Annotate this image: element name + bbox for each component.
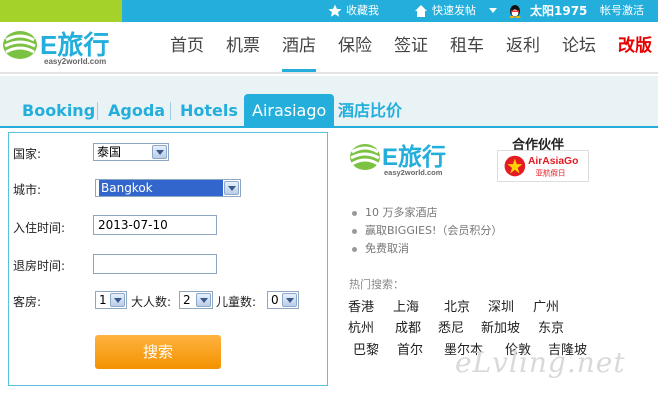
tab-airasiago[interactable]: Airasiago: [244, 94, 335, 128]
feature-biggies: 赢取BIGGIES!（会员积分）: [352, 222, 502, 238]
nav-home[interactable]: 首页: [170, 22, 204, 72]
svg-text:亚航假日: 亚航假日: [536, 167, 566, 177]
country-select[interactable]: 泰国: [93, 143, 169, 161]
nav-visa[interactable]: 签证: [394, 22, 428, 72]
country-label: 国家:: [13, 147, 42, 161]
chevron-down-icon: [152, 145, 167, 159]
feature-free-cancel: 免费取消: [352, 240, 409, 256]
hot-city-link[interactable]: 上海: [393, 296, 419, 315]
partner-site-logo: E旅行 easy2world.com: [350, 143, 446, 177]
tab-separator: [97, 102, 98, 120]
hot-city-link[interactable]: 巴黎: [353, 339, 379, 358]
checkout-date-input[interactable]: [93, 254, 217, 274]
star-icon: [328, 4, 342, 17]
booking-tabs: Booking Agoda Hotels Airasiago 酒店比价: [0, 76, 658, 128]
hot-city-link[interactable]: 深圳: [488, 296, 514, 315]
username-link[interactable]: 太阳1975: [530, 0, 587, 22]
children-select[interactable]: 0: [267, 291, 299, 309]
nav-car-rental[interactable]: 租车: [450, 22, 484, 72]
hot-city-link[interactable]: 成都: [395, 317, 421, 336]
nav-flights[interactable]: 机票: [226, 22, 260, 72]
checkin-date-input[interactable]: 2013-07-10: [93, 215, 217, 235]
search-button[interactable]: 搜索: [95, 335, 221, 369]
site-header: E旅行 easy2world.com 首页 机票 酒店 保险 签证 租车 返利 …: [0, 22, 658, 74]
page: 收藏我 快速发帖 太阳1975 帐号激活 E旅行 easy2world.com …: [0, 0, 658, 402]
hot-city-link[interactable]: 杭州: [348, 317, 374, 336]
home-icon: [415, 5, 427, 17]
hot-city-link[interactable]: 广州: [533, 296, 559, 315]
tab-underline: [0, 126, 658, 128]
svg-text:easy2world.com: easy2world.com: [384, 168, 443, 177]
nav-insurance[interactable]: 保险: [338, 22, 372, 72]
hot-city-link[interactable]: 东京: [538, 317, 564, 336]
hot-city-link[interactable]: 香港: [348, 296, 374, 315]
tab-booking[interactable]: Booking: [22, 96, 95, 126]
dropdown-arrow-icon[interactable]: [489, 6, 497, 14]
logo-subtext: easy2world.com: [44, 57, 106, 66]
site-logo[interactable]: E旅行 easy2world.com: [0, 26, 130, 66]
adults-label: 大人数:: [131, 295, 172, 309]
favorite-link[interactable]: 收藏我: [346, 0, 379, 22]
city-label: 城市:: [13, 183, 42, 197]
chevron-down-icon: [282, 293, 297, 307]
svg-text:E旅行: E旅行: [382, 143, 446, 171]
account-activate-link[interactable]: 帐号激活: [600, 0, 644, 22]
checkout-label: 退房时间:: [13, 259, 66, 273]
top-bar-accent: [0, 0, 122, 22]
hotel-search-form: 国家: 泰国 城市: Bangkok 入住时间: 2013-07-10 退房时间…: [8, 132, 328, 386]
hot-search-title: 热门搜索：: [349, 278, 404, 291]
top-bar: 收藏我 快速发帖 太阳1975 帐号激活: [0, 0, 658, 22]
rooms-label: 客房:: [13, 295, 42, 309]
children-label: 儿童数:: [216, 295, 257, 309]
svg-text:AirAsiaGo: AirAsiaGo: [528, 156, 578, 167]
watermark: eLvling.net: [455, 346, 626, 379]
tab-agoda[interactable]: Agoda: [108, 96, 165, 126]
hot-city-link[interactable]: 首尔: [397, 339, 423, 358]
hot-city-link[interactable]: 新加坡: [481, 317, 520, 336]
nav-redesign[interactable]: 改版: [618, 22, 652, 72]
nav-hotels[interactable]: 酒店: [282, 22, 316, 72]
quick-post-link[interactable]: 快速发帖: [432, 0, 476, 22]
nav-rebate[interactable]: 返利: [506, 22, 540, 72]
chevron-down-icon: [196, 293, 211, 307]
tab-separator: [170, 102, 171, 120]
rooms-select[interactable]: 1: [95, 291, 127, 309]
nav-forum[interactable]: 论坛: [562, 22, 596, 72]
airasiago-logo[interactable]: AirAsiaGo 亚航假日: [497, 150, 589, 182]
hot-city-link[interactable]: 北京: [444, 296, 470, 315]
adults-select[interactable]: 2: [179, 291, 213, 309]
feature-hotels: 10 万多家酒店: [352, 204, 438, 220]
chevron-down-icon: [224, 181, 239, 195]
checkin-label: 入住时间:: [13, 221, 66, 235]
chevron-down-icon: [110, 293, 125, 307]
tab-hotels[interactable]: Hotels: [180, 96, 238, 126]
hot-city-link[interactable]: 悉尼: [438, 317, 464, 336]
qq-icon: [509, 5, 521, 18]
city-select[interactable]: Bangkok: [95, 179, 241, 197]
tab-price-compare[interactable]: 酒店比价: [338, 96, 402, 126]
logo-text: E旅行: [40, 30, 109, 60]
